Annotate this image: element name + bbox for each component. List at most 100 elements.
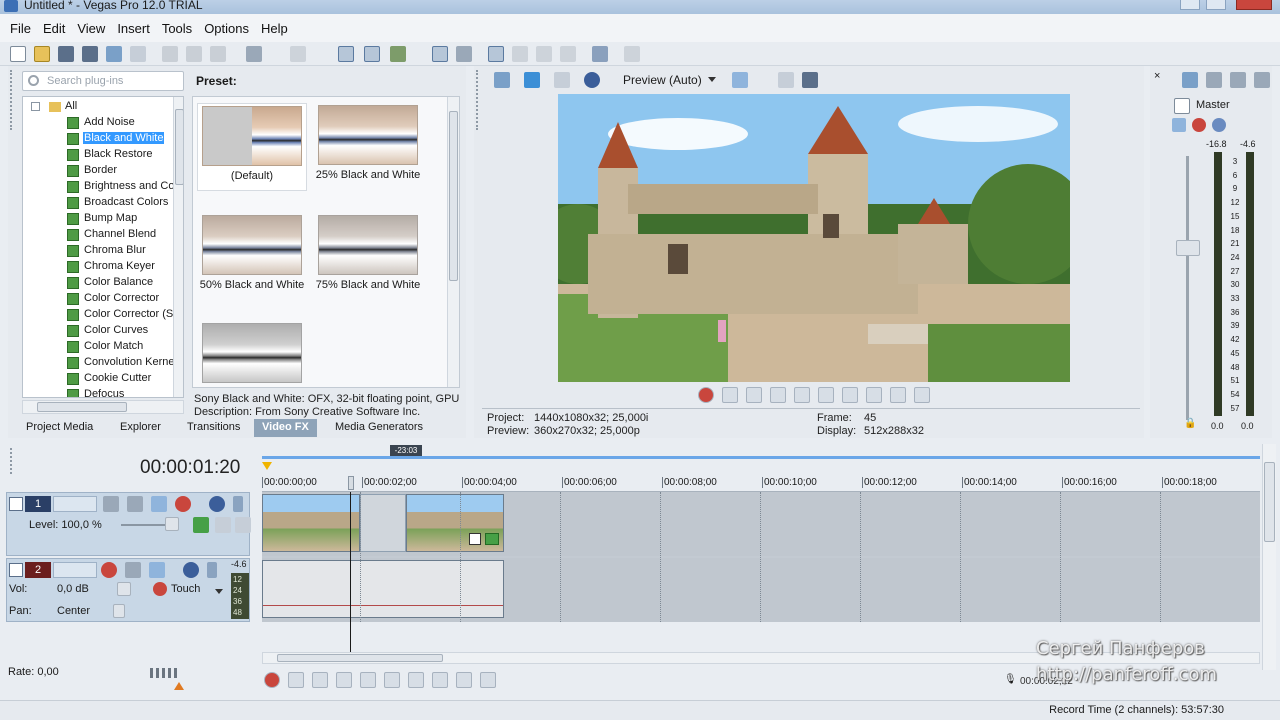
mute-track-icon[interactable]: [209, 496, 225, 512]
zoom-buttons[interactable]: [1212, 652, 1262, 664]
move-down-icon[interactable]: [235, 517, 251, 533]
record-icon[interactable]: [264, 672, 280, 688]
fx-chain-icon[interactable]: [1172, 118, 1186, 132]
vscroll-thumb[interactable]: [1264, 462, 1275, 542]
plugin-item[interactable]: Convolution Kerne: [23, 355, 175, 371]
stop-icon[interactable]: [384, 672, 400, 688]
external-monitor-icon[interactable]: [524, 72, 540, 88]
hscroll-thumb[interactable]: [277, 654, 443, 662]
tab-project-media[interactable]: Project Media: [18, 419, 101, 437]
solo-icon[interactable]: [207, 562, 217, 578]
save-as-icon[interactable]: [82, 46, 98, 62]
save-snapshot-icon[interactable]: [802, 72, 818, 88]
event-fx-icon[interactable]: [485, 533, 499, 545]
playhead-handle[interactable]: [348, 476, 354, 490]
menu-edit[interactable]: Edit: [37, 21, 71, 36]
video-clip-1[interactable]: [262, 494, 360, 552]
plugin-item[interactable]: Chroma Keyer: [23, 259, 173, 275]
copy-snapshot-icon[interactable]: [778, 72, 794, 88]
previous-frame-icon[interactable]: [890, 387, 906, 403]
plugin-item[interactable]: Black Restore: [23, 147, 173, 163]
next-frame-icon[interactable]: [914, 387, 930, 403]
track-name-field[interactable]: [53, 496, 97, 512]
envelope-tool-icon[interactable]: [512, 46, 528, 62]
pan-slider-handle[interactable]: [113, 604, 125, 618]
zoom-tool-icon[interactable]: [560, 46, 576, 62]
ripple-edit-icon[interactable]: [390, 46, 406, 62]
rate-marker[interactable]: [174, 682, 184, 690]
menu-insert[interactable]: Insert: [111, 21, 156, 36]
menu-file[interactable]: File: [4, 21, 37, 36]
ignore-grouping-icon[interactable]: [456, 46, 472, 62]
menu-options[interactable]: Options: [198, 21, 255, 36]
rate-slider[interactable]: [150, 668, 178, 678]
maximize-button[interactable]: [1206, 0, 1226, 10]
pause-icon[interactable]: [794, 387, 810, 403]
loop-playback-icon[interactable]: [288, 672, 304, 688]
lock-icon[interactable]: 🔒: [1184, 418, 1196, 429]
properties-icon[interactable]: [130, 46, 146, 62]
track-expand-icon[interactable]: [9, 563, 23, 577]
timeline-grip[interactable]: [10, 448, 16, 474]
auto-crossfade-icon[interactable]: [364, 46, 380, 62]
level-slider-handle[interactable]: [165, 517, 179, 531]
marker-icon[interactable]: [262, 462, 272, 470]
pan-crop-icon[interactable]: [469, 533, 481, 545]
preset-100[interactable]: [197, 323, 307, 383]
stop-icon[interactable]: [818, 387, 834, 403]
scroll-thumb[interactable]: [175, 109, 183, 185]
preset-75[interactable]: 75% Black and White: [313, 215, 423, 291]
loop-region-bar[interactable]: [262, 456, 1260, 459]
arm-record-icon[interactable]: [101, 562, 117, 578]
customize-toolbar-icon[interactable]: [592, 46, 608, 62]
enable-snapping-icon[interactable]: [338, 46, 354, 62]
vol-slider-handle[interactable]: [117, 582, 131, 596]
close-button[interactable]: [1236, 0, 1272, 10]
preview-quality-dropdown[interactable]: Preview (Auto): [623, 73, 702, 87]
hscroll-thumb[interactable]: [37, 402, 127, 412]
overlays-icon[interactable]: [732, 72, 748, 88]
whats-this-help-icon[interactable]: [624, 46, 640, 62]
minimize-button[interactable]: [1180, 0, 1200, 10]
plugin-item[interactable]: Bump Map: [23, 211, 173, 227]
volume-envelope[interactable]: [263, 605, 503, 606]
solo-icon[interactable]: [233, 496, 243, 512]
redo-icon[interactable]: [290, 46, 306, 62]
plugin-item[interactable]: Add Noise: [23, 115, 173, 131]
preset-default[interactable]: (Default): [197, 103, 307, 191]
plugin-item[interactable]: Black and White: [23, 131, 173, 147]
video-output-fx-icon[interactable]: [554, 72, 570, 88]
automation-icon[interactable]: [1192, 118, 1206, 132]
master-fader-track[interactable]: [1186, 156, 1189, 420]
plugin-item[interactable]: Defocus: [23, 387, 173, 397]
selection-tool-icon[interactable]: [536, 46, 552, 62]
cut-icon[interactable]: [162, 46, 178, 62]
go-to-start-icon[interactable]: [408, 672, 424, 688]
plugin-tree-hscrollbar[interactable]: [22, 400, 184, 414]
meter-options-icon[interactable]: [1254, 72, 1270, 88]
plugin-item[interactable]: Broadcast Colors: [23, 195, 173, 211]
project-properties-icon[interactable]: [494, 72, 510, 88]
plugin-item[interactable]: Color Balance: [23, 275, 173, 291]
tab-explorer[interactable]: Explorer: [112, 419, 169, 437]
tree-root[interactable]: All: [23, 99, 173, 115]
plugin-item[interactable]: Channel Blend: [23, 227, 173, 243]
plugin-item[interactable]: Cookie Cutter: [23, 371, 173, 387]
record-icon[interactable]: [698, 387, 714, 403]
mixer-icon[interactable]: [1230, 72, 1246, 88]
audio-fx-icon[interactable]: [149, 562, 165, 578]
bypass-fx-icon[interactable]: [193, 517, 209, 533]
save-icon[interactable]: [58, 46, 74, 62]
dim-output-icon[interactable]: [1206, 72, 1222, 88]
play-from-start-icon[interactable]: [746, 387, 762, 403]
audio-clip[interactable]: [262, 560, 504, 618]
pause-icon[interactable]: [360, 672, 376, 688]
move-up-icon[interactable]: [215, 517, 231, 533]
mute-track-icon[interactable]: [183, 562, 199, 578]
open-folder-icon[interactable]: [34, 46, 50, 62]
play-from-start-icon[interactable]: [312, 672, 328, 688]
menu-tools[interactable]: Tools: [156, 21, 198, 36]
tab-transitions[interactable]: Transitions: [179, 419, 248, 437]
time-ruler[interactable]: 00:00:00;00 00:00:02;00 00:00:04;00 00:00:0…: [262, 470, 1260, 492]
plugin-item[interactable]: Color Curves: [23, 323, 173, 339]
